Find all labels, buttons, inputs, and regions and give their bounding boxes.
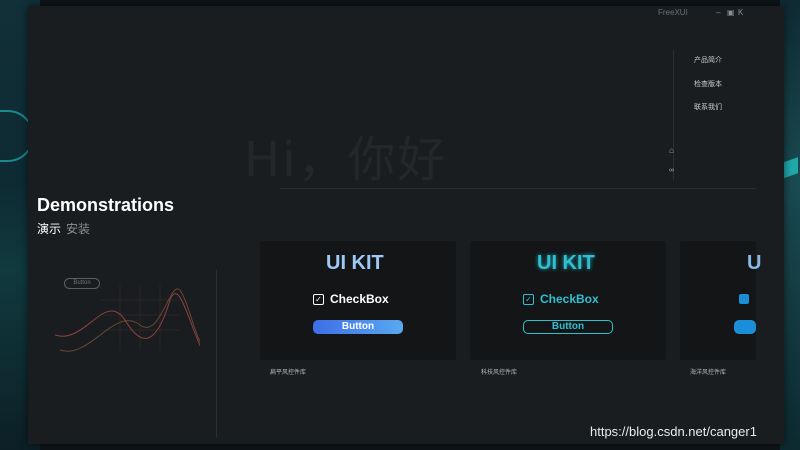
sample-button[interactable]: Button	[313, 320, 403, 334]
minimize-icon[interactable]: –	[716, 8, 720, 17]
card-title: UI KIT	[326, 252, 384, 274]
card-caption: 科技风控件库	[481, 370, 518, 376]
hero-divider	[280, 188, 756, 189]
title-bar[interactable]	[0, 0, 756, 24]
checkbox-sample[interactable]: ✓ CheckBox	[523, 292, 599, 306]
side-menu-rail	[673, 50, 757, 180]
card-title: U	[747, 252, 762, 274]
watermark-url: https://blog.csdn.net/canger1	[590, 424, 757, 439]
card-caption: 海洋风控件库	[690, 370, 727, 376]
tab-install[interactable]: 安装	[66, 220, 90, 237]
sample-button[interactable]: Button	[523, 320, 613, 334]
checkbox-icon[interactable]	[739, 294, 749, 304]
checkbox-sample[interactable]: ✓ CheckBox	[313, 292, 389, 306]
link-icon[interactable]: ∞	[669, 167, 674, 174]
checkbox-label: CheckBox	[330, 292, 389, 306]
checkbox-icon: ✓	[313, 294, 324, 306]
app-title: FreeXUI	[658, 8, 688, 17]
section-title: Demonstrations	[37, 195, 175, 215]
app-window	[28, 6, 784, 444]
vertical-divider	[216, 270, 217, 438]
preview-button: Button	[64, 278, 100, 289]
card-caption: 扁平风控件库	[270, 370, 307, 376]
checkbox-icon: ✓	[523, 294, 534, 306]
sample-button[interactable]	[734, 320, 756, 334]
tab-demo[interactable]: 演示	[37, 220, 61, 237]
home-icon[interactable]: ⌂	[669, 146, 674, 155]
menu-item-check-version[interactable]: 检查版本	[694, 79, 722, 89]
menu-item-product-intro[interactable]: 产品简介	[694, 55, 722, 65]
close-icon[interactable]: K	[738, 8, 743, 17]
checkbox-label: CheckBox	[540, 292, 599, 306]
menu-item-contact-us[interactable]: 联系我们	[694, 102, 722, 112]
curve-preview-graphic	[54, 285, 200, 352]
hero-greeting: Hi，你好	[244, 132, 448, 188]
maximize-icon[interactable]: ▣	[727, 8, 735, 17]
card-title: UI KIT	[537, 252, 595, 274]
